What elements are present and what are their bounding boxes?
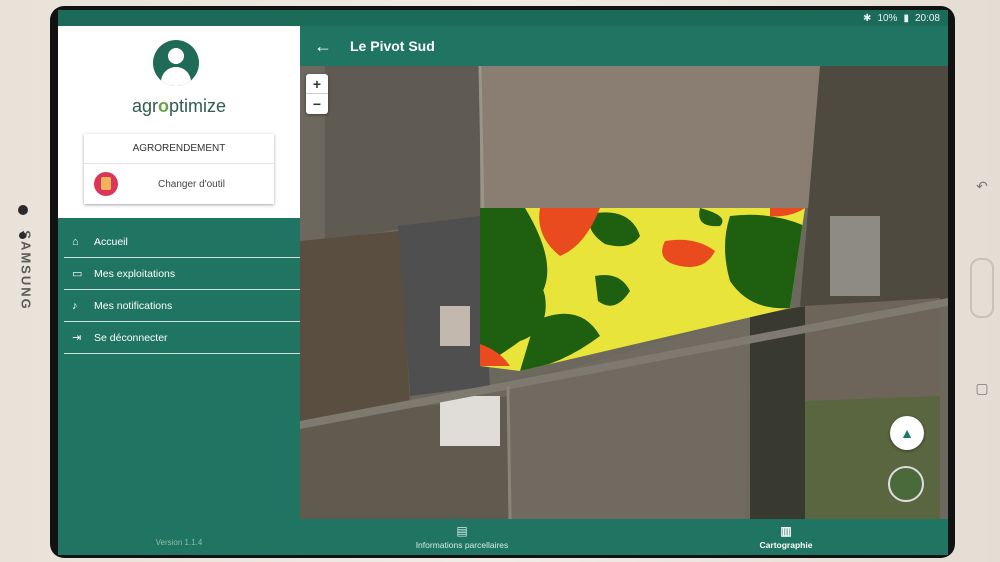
current-tool-name: AGRORENDEMENT [84, 134, 274, 164]
hardware-back-icon[interactable]: ↶ [974, 178, 990, 194]
battery-icon: ▮ [903, 12, 909, 24]
navigation-drawer: agroptimize AGRORENDEMENT Changer d'outi… [58, 26, 300, 555]
page-title: Le Pivot Sud [350, 38, 435, 54]
tool-card: AGRORENDEMENT Changer d'outil [84, 134, 274, 204]
back-arrow-icon[interactable]: ← [314, 36, 340, 57]
tablet-device: SAMSUNG ↶ ▢ ✱ 10% ▮ 20:08 ← Le Pivot Sud… [0, 0, 1000, 562]
drawer-menu: ⌂ Accueil ▭ Mes exploitations ♪ Mes noti… [58, 226, 300, 354]
field-top [480, 66, 820, 208]
menu-item-notifications[interactable]: ♪ Mes notifications [64, 290, 300, 322]
navigation-arrow-icon[interactable]: ▲ [890, 416, 924, 450]
field-left [300, 231, 410, 421]
hardware-home-button[interactable] [970, 258, 994, 318]
satellite-imagery [300, 66, 948, 519]
home-icon: ⌂ [72, 235, 79, 248]
signal-icon: ✱ [863, 12, 872, 24]
brand-label: SAMSUNG [18, 229, 34, 311]
map-view[interactable]: + − ▲ [300, 66, 948, 519]
app-version: Version 1.1.4 [155, 538, 203, 547]
change-tool-button[interactable]: Changer d'outil [84, 164, 274, 204]
farm-building-3 [830, 216, 880, 296]
hardware-recent-icon[interactable]: ▢ [974, 380, 990, 396]
tool-icon [94, 172, 118, 196]
farm-building [440, 306, 470, 346]
menu-item-exploitations[interactable]: ▭ Mes exploitations [64, 258, 300, 290]
document-icon: ▤ [456, 524, 468, 538]
zoom-control: + − [306, 74, 328, 114]
app-screen: ✱ 10% ▮ 20:08 ← Le Pivot Sud agroptimize… [58, 10, 948, 555]
app-logo: agroptimize [131, 96, 227, 116]
window-icon: ▭ [72, 268, 83, 280]
drawer-header: agroptimize AGRORENDEMENT Changer d'outi… [58, 26, 300, 218]
battery-level: 10% [877, 12, 898, 24]
logout-icon: ⇥ [72, 332, 82, 344]
user-avatar-icon[interactable] [153, 40, 199, 86]
map-layers-icon[interactable] [888, 466, 924, 502]
bell-icon: ♪ [72, 299, 78, 312]
camera-icon [18, 205, 28, 215]
change-tool-label: Changer d'outil [158, 178, 225, 190]
app-bar: ← Le Pivot Sud [300, 26, 948, 66]
menu-item-logout[interactable]: ⇥ Se déconnecter [64, 322, 300, 354]
field-green-right [805, 396, 940, 519]
menu-item-accueil[interactable]: ⌂ Accueil [64, 226, 300, 258]
zoom-in-button[interactable]: + [306, 74, 328, 94]
tab-informations-parcellaires[interactable]: ▤ Informations parcellaires [300, 519, 624, 555]
field-top-left [325, 66, 480, 241]
bottom-navigation: ▤ Informations parcellaires ▥ Cartograph… [300, 519, 948, 555]
sensor-icon [19, 232, 26, 239]
zoom-out-button[interactable]: − [306, 94, 328, 114]
map-icon: ▥ [780, 524, 792, 538]
clock: 20:08 [914, 12, 940, 24]
farm-building-2 [440, 396, 500, 446]
tab-cartographie[interactable]: ▥ Cartographie [624, 519, 948, 555]
status-bar: ✱ 10% ▮ 20:08 [58, 10, 948, 26]
